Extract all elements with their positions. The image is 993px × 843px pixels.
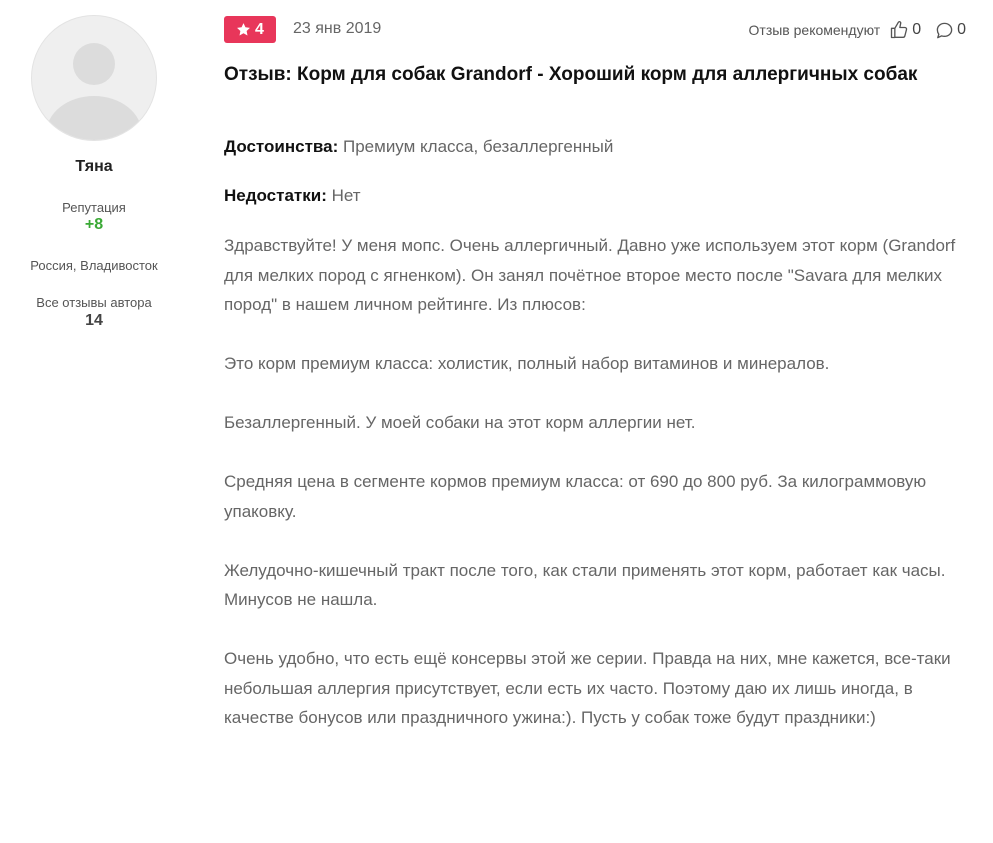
review-paragraph: Желудочно-кишечный тракт после того, как… (224, 560, 946, 610)
review-paragraph: Здравствуйте! У меня мопс. Очень аллерги… (224, 236, 956, 314)
review-pros: Достоинства: Премиум класса, безаллерген… (224, 137, 613, 157)
recommend-block: Отзыв рекомендуют 0 0 (749, 20, 966, 40)
review-header: 4 23 янв 2019 Отзыв рекомендуют 0 0 (224, 16, 968, 44)
author-location: Россия, Владивосток (30, 258, 158, 273)
comments-button[interactable]: 0 (935, 21, 966, 40)
review-date: 23 янв 2019 (293, 20, 382, 37)
likes-count: 0 (912, 21, 922, 38)
review-paragraph: Это корм премиум класса: холистик, полны… (224, 354, 830, 373)
pros-label: Достоинства: (224, 137, 339, 156)
rating-badge: 4 (224, 16, 276, 43)
like-button[interactable]: 0 (889, 20, 921, 40)
review-cons: Недостатки: Нет (224, 186, 361, 206)
review-paragraph: Очень удобно, что есть ещё консервы этой… (224, 649, 951, 727)
review-body: Здравствуйте! У меня мопс. Очень аллерги… (224, 231, 974, 762)
reputation-value: +8 (84, 216, 104, 233)
star-icon (237, 23, 250, 36)
avatar[interactable] (31, 15, 157, 141)
rating-value: 4 (255, 20, 264, 38)
cons-value: Нет (331, 186, 361, 205)
review-paragraph: Средняя цена в сегменте кормов премиум к… (224, 472, 927, 521)
review-paragraph: Безаллергенный. У моей собаки на этот ко… (224, 413, 696, 432)
all-reviews-count[interactable]: 14 (0, 312, 188, 330)
comments-count: 0 (957, 21, 966, 38)
review-title: Отзыв: Корм для собак Grandorf - Хороший… (224, 64, 918, 85)
recommend-label: Отзыв рекомендуют (748, 22, 881, 38)
comment-icon (936, 22, 953, 38)
cons-label: Недостатки: (224, 186, 327, 205)
reputation-label: Репутация (62, 200, 126, 215)
author-name[interactable]: Тяна (0, 158, 188, 176)
thumbs-up-icon (891, 21, 908, 39)
pros-value: Премиум класса, безаллергенный (343, 137, 614, 156)
default-user-avatar-icon (46, 43, 142, 140)
all-reviews-link[interactable]: Все отзывы автора (0, 295, 188, 310)
